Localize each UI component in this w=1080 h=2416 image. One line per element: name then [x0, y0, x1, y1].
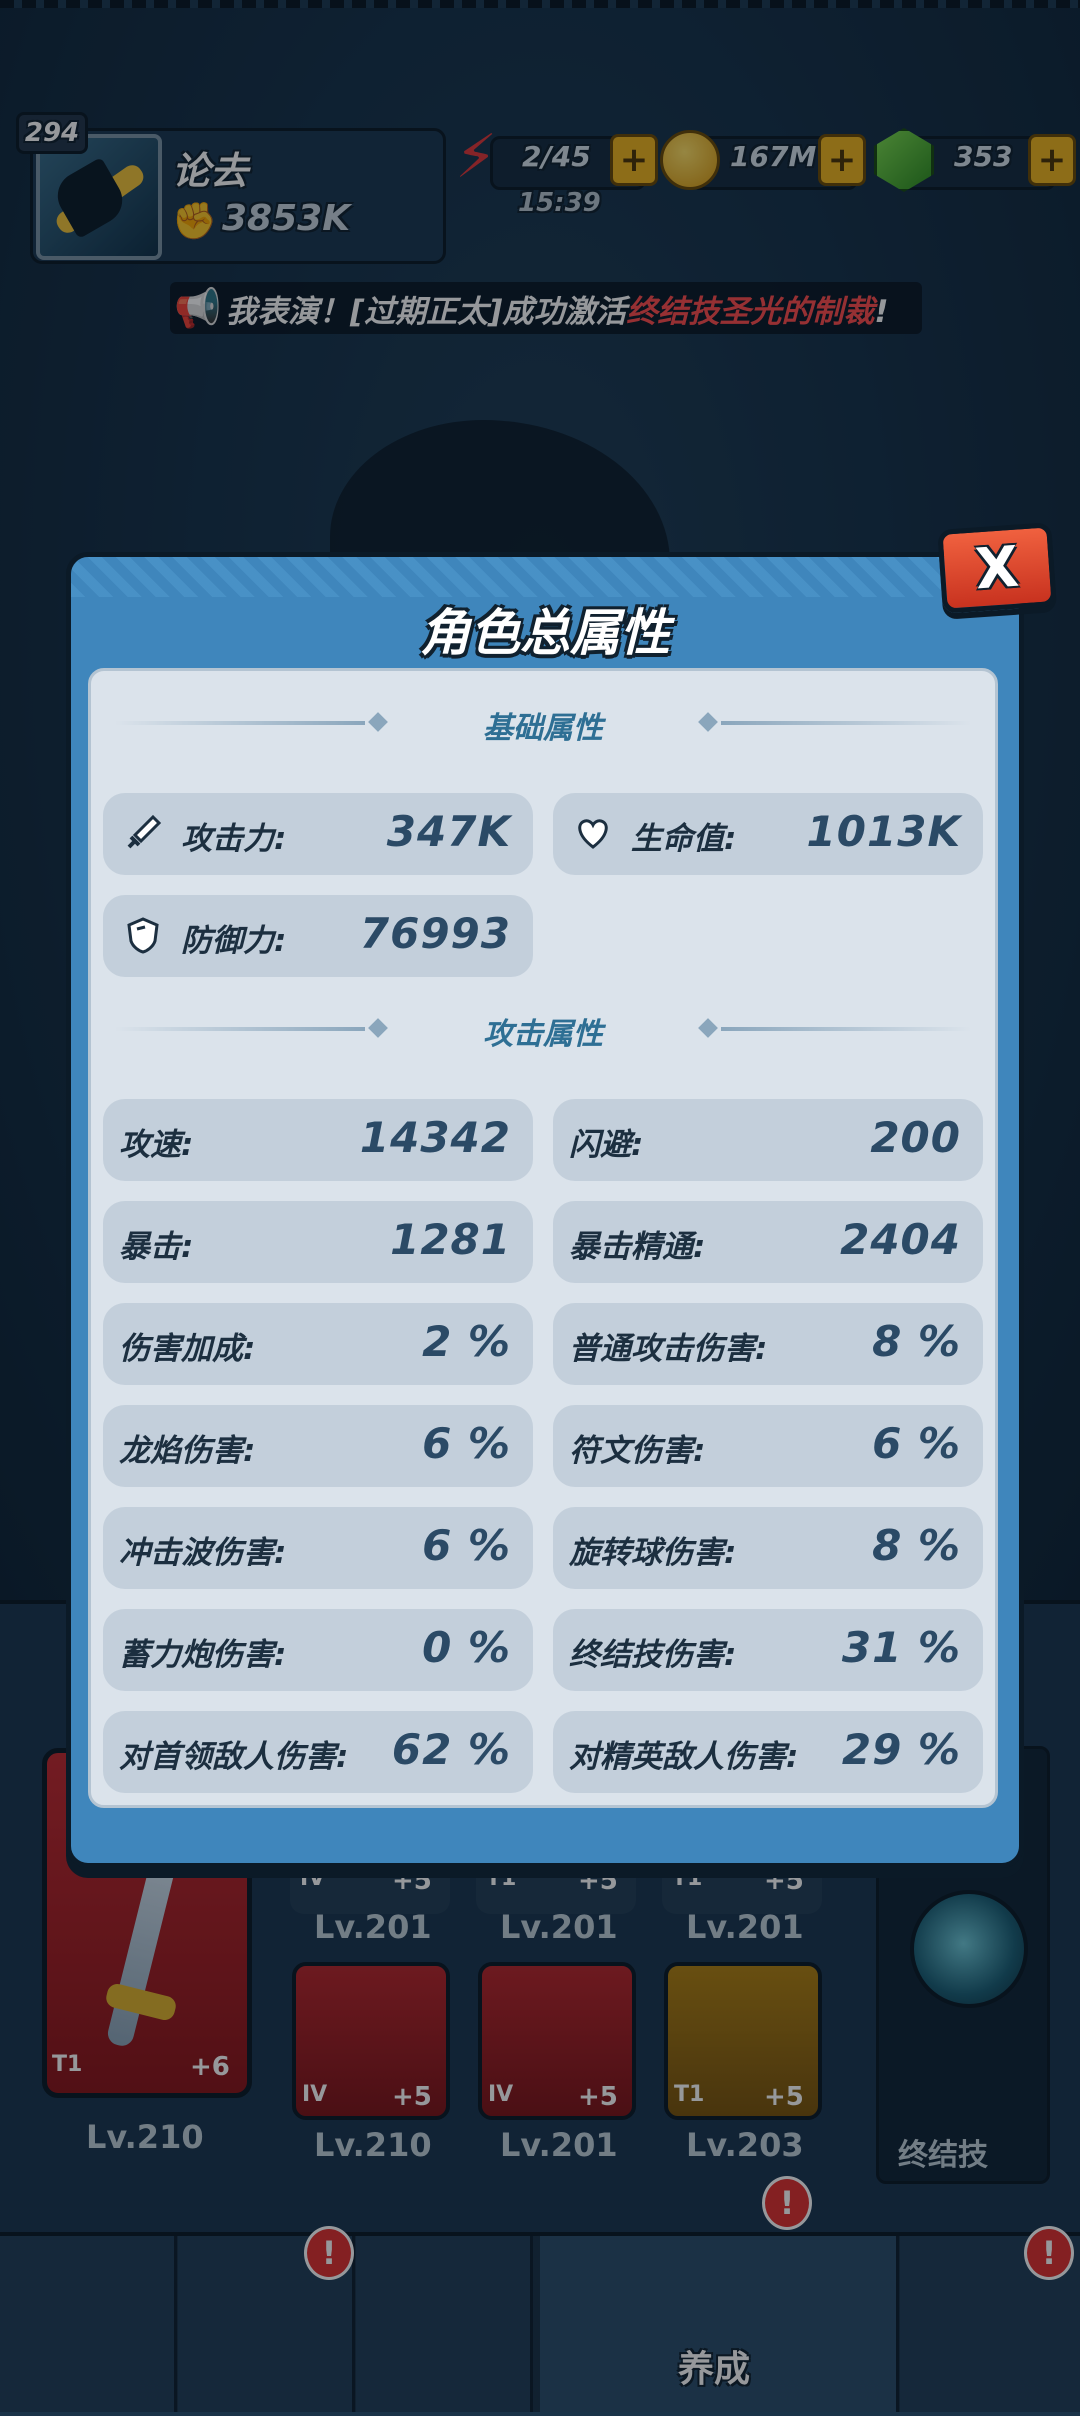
heart-icon — [571, 811, 615, 855]
stat-elite-damage: 对精英敌人伤害: 29 % — [553, 1711, 983, 1793]
close-button[interactable]: X — [937, 522, 1057, 614]
sword-icon — [121, 811, 165, 855]
stat-label: 符文伤害: — [569, 1433, 706, 1469]
stat-attack-speed: 攻速: 14342 — [103, 1099, 533, 1181]
stat-charge-cannon-damage: 蓄力炮伤害: 0 % — [103, 1609, 533, 1691]
stat-rune-damage: 符文伤害: 6 % — [553, 1405, 983, 1487]
stat-crit-mastery: 暴击精通: 2404 — [553, 1201, 983, 1283]
stat-label: 对首领敌人伤害: — [119, 1739, 349, 1775]
section-header-attack: 攻击属性 — [91, 999, 995, 1059]
stat-label: 防御力: — [181, 923, 287, 959]
stat-value: 31 % — [841, 1623, 961, 1672]
stat-label: 终结技伤害: — [569, 1637, 737, 1673]
modal-title: 角色总属性 — [420, 604, 670, 662]
stat-defense: 防御力: 76993 — [103, 895, 533, 977]
stat-value: 62 % — [391, 1725, 511, 1774]
stat-crit: 暴击: 1281 — [103, 1201, 533, 1283]
stat-value: 347K — [386, 807, 511, 856]
stat-label: 冲击波伤害: — [119, 1535, 287, 1571]
stat-label: 暴击精通: — [569, 1229, 706, 1265]
stat-boss-damage: 对首领敌人伤害: 62 % — [103, 1711, 533, 1793]
stat-label: 攻击力: — [181, 821, 287, 857]
stat-hp: 生命值: 1013K — [553, 793, 983, 875]
stat-label: 生命值: — [631, 821, 737, 857]
stat-value: 2 % — [422, 1317, 511, 1366]
section-title-attack: 攻击属性 — [483, 1017, 603, 1052]
close-icon: X — [973, 534, 1021, 602]
modal-header-pattern — [71, 557, 1019, 597]
stat-label: 蓄力炮伤害: — [119, 1637, 287, 1673]
stat-attack: 攻击力: 347K — [103, 793, 533, 875]
stat-value: 1013K — [806, 807, 961, 856]
stat-value: 76993 — [359, 909, 511, 958]
stat-dodge: 闪避: 200 — [553, 1099, 983, 1181]
stat-finisher-damage: 终结技伤害: 31 % — [553, 1609, 983, 1691]
stat-value: 1281 — [390, 1215, 511, 1264]
stat-value: 8 % — [872, 1317, 961, 1366]
stat-dragon-flame-damage: 龙焰伤害: 6 % — [103, 1405, 533, 1487]
stat-value: 6 % — [872, 1419, 961, 1468]
shield-icon — [121, 913, 165, 957]
stat-value: 2404 — [840, 1215, 961, 1264]
section-title-basic: 基础属性 — [483, 711, 603, 746]
stat-value: 0 % — [422, 1623, 511, 1672]
stat-label: 龙焰伤害: — [119, 1433, 256, 1469]
stat-value: 6 % — [422, 1521, 511, 1570]
stat-label: 普通攻击伤害: — [569, 1331, 768, 1367]
stat-spin-ball-damage: 旋转球伤害: 8 % — [553, 1507, 983, 1589]
stat-label: 旋转球伤害: — [569, 1535, 737, 1571]
stat-label: 攻速: — [119, 1127, 194, 1163]
stats-panel[interactable]: 基础属性 攻击力: 347K 生命值: 1013K 防御力: 76993 攻击属… — [88, 668, 998, 1808]
stat-normal-attack-damage: 普通攻击伤害: 8 % — [553, 1303, 983, 1385]
stat-label: 闪避: — [569, 1127, 644, 1163]
divider — [721, 721, 971, 725]
stat-value: 14342 — [359, 1113, 511, 1162]
divider — [721, 1027, 971, 1031]
stat-label: 对精英敌人伤害: — [569, 1739, 799, 1775]
section-header-basic: 基础属性 — [91, 693, 995, 753]
stat-value: 8 % — [872, 1521, 961, 1570]
stat-value: 6 % — [422, 1419, 511, 1468]
stat-shockwave-damage: 冲击波伤害: 6 % — [103, 1507, 533, 1589]
stat-damage-bonus: 伤害加成: 2 % — [103, 1303, 533, 1385]
stat-label: 伤害加成: — [119, 1331, 256, 1367]
stat-value: 29 % — [841, 1725, 961, 1774]
stat-value: 200 — [870, 1113, 961, 1162]
stat-label: 暴击: — [119, 1229, 194, 1265]
